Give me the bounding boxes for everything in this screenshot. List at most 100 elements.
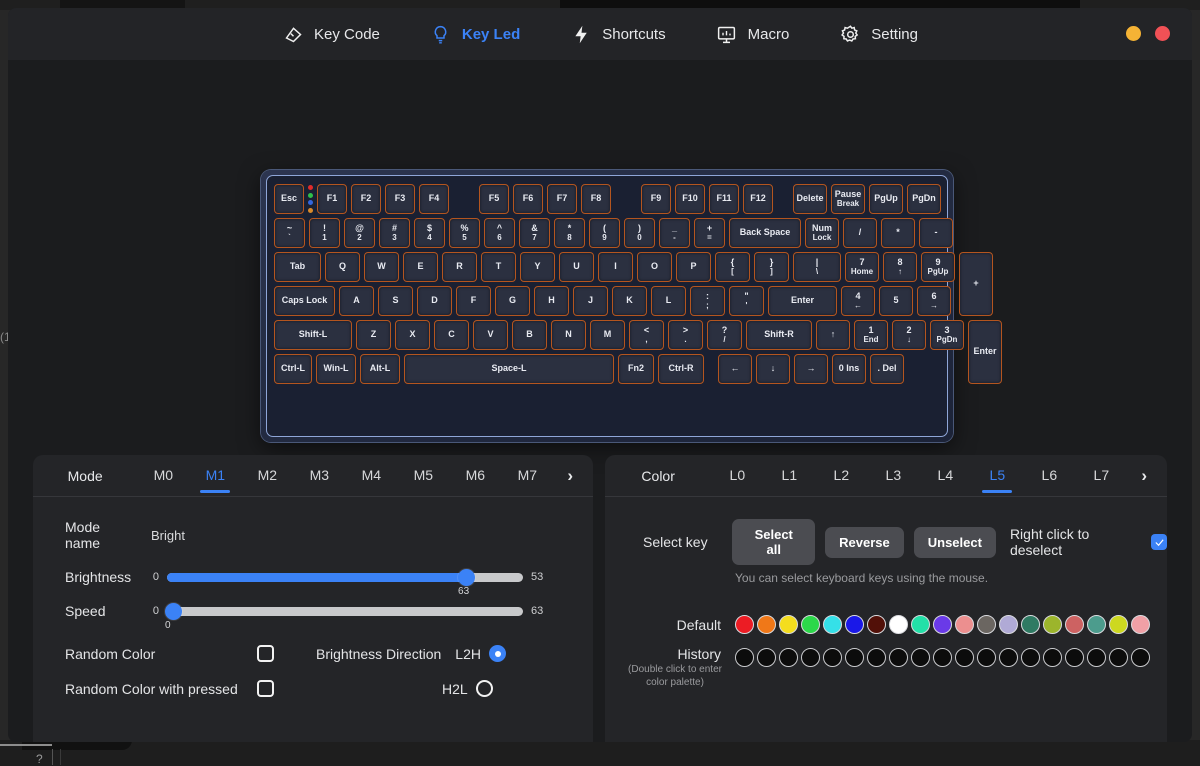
nav-item-shortcuts[interactable]: Shortcuts <box>568 19 667 49</box>
key-b[interactable]: B <box>512 320 547 350</box>
history-color-swatch-18[interactable] <box>1109 648 1128 667</box>
key-pgdn[interactable]: PgDn <box>907 184 941 214</box>
default-color-swatch-19[interactable] <box>1131 615 1150 634</box>
key-9[interactable]: 9 PgUp <box>921 252 955 282</box>
brightness-knob[interactable] <box>458 568 476 586</box>
key-y[interactable]: Y <box>520 252 555 282</box>
key-f6[interactable]: F6 <box>513 184 543 214</box>
speed-slider[interactable]: 0 0 63 <box>137 602 543 631</box>
mode-tab-m7[interactable]: M7 <box>501 456 553 495</box>
color-tab-l7[interactable]: L7 <box>1075 456 1127 495</box>
nav-item-setting[interactable]: Setting <box>837 19 920 49</box>
key-l[interactable]: L <box>651 286 686 316</box>
key-s[interactable]: S <box>378 286 413 316</box>
key-m[interactable]: M <box>590 320 625 350</box>
history-color-swatch-3[interactable] <box>779 648 798 667</box>
key-c[interactable]: C <box>434 320 469 350</box>
mode-tab-m4[interactable]: M4 <box>345 456 397 495</box>
color-tab-l0[interactable]: L0 <box>711 456 763 495</box>
key--[interactable]: #3 <box>379 218 410 248</box>
key-z[interactable]: Z <box>356 320 391 350</box>
default-color-swatch-17[interactable] <box>1087 615 1106 634</box>
history-color-swatch-5[interactable] <box>823 648 842 667</box>
key--[interactable]: ? / <box>707 320 742 350</box>
minimize-button[interactable] <box>1126 26 1141 41</box>
key--[interactable]: % 5 <box>449 218 480 248</box>
key--[interactable]: ~ ` <box>274 218 305 248</box>
close-button[interactable] <box>1155 26 1170 41</box>
key-6[interactable]: 6 → <box>917 286 951 316</box>
default-color-swatch-13[interactable] <box>999 615 1018 634</box>
history-color-swatch-7[interactable] <box>867 648 886 667</box>
key--[interactable]: - <box>919 218 953 248</box>
history-color-swatch-6[interactable] <box>845 648 864 667</box>
history-color-swatch-12[interactable] <box>977 648 996 667</box>
history-color-swatch-4[interactable] <box>801 648 820 667</box>
key--[interactable]: + = <box>694 218 725 248</box>
key-caps-lock[interactable]: Caps Lock <box>274 286 335 316</box>
key--[interactable]: $4 <box>414 218 445 248</box>
key-pgup[interactable]: PgUp <box>869 184 903 214</box>
mode-tabs-next-icon[interactable]: › <box>561 466 579 486</box>
key-e[interactable]: E <box>403 252 438 282</box>
mode-tab-m0[interactable]: M0 <box>137 456 189 495</box>
default-color-swatch-16[interactable] <box>1065 615 1084 634</box>
key--[interactable]: {[ <box>715 252 750 282</box>
unselect-button[interactable]: Unselect <box>913 526 996 558</box>
key-w[interactable]: W <box>364 252 399 282</box>
default-color-swatch-12[interactable] <box>977 615 996 634</box>
key--[interactable]: ^ 6 <box>484 218 515 248</box>
key-x[interactable]: X <box>395 320 430 350</box>
key-j[interactable]: J <box>573 286 608 316</box>
key-h[interactable]: H <box>534 286 569 316</box>
keyboard-layout[interactable]: Esc F1 F2 F3 F4 F5 F6 F7 F8 F9 F10 F11 F12 Delete Paus… <box>266 175 1002 437</box>
nav-item-key-led[interactable]: Key Led <box>428 19 522 49</box>
key--[interactable]: ! 1 <box>309 218 340 248</box>
default-color-swatch-14[interactable] <box>1021 615 1040 634</box>
key-g[interactable]: G <box>495 286 530 316</box>
key-o[interactable]: O <box>637 252 672 282</box>
default-color-swatch-2[interactable] <box>757 615 776 634</box>
default-color-swatch-18[interactable] <box>1109 615 1128 634</box>
default-color-swatch-7[interactable] <box>867 615 886 634</box>
key--[interactable]: }] <box>754 252 789 282</box>
color-tab-l1[interactable]: L1 <box>763 456 815 495</box>
key-4[interactable]: 4 ← <box>841 286 875 316</box>
history-color-swatch-11[interactable] <box>955 648 974 667</box>
key-t[interactable]: T <box>481 252 516 282</box>
key--[interactable]: → <box>794 354 828 384</box>
key--[interactable]: + <box>959 252 993 316</box>
random-color-pressed-checkbox[interactable] <box>257 680 274 697</box>
mode-tab-m2[interactable]: M2 <box>241 456 293 495</box>
history-color-swatch-15[interactable] <box>1043 648 1062 667</box>
key-shift-r[interactable]: Shift-R <box>746 320 812 350</box>
reverse-button[interactable]: Reverse <box>825 526 904 558</box>
right-click-deselect-checkbox[interactable] <box>1151 534 1168 550</box>
key-u[interactable]: U <box>559 252 594 282</box>
key-7[interactable]: 7 Home <box>845 252 879 282</box>
default-color-swatch-5[interactable] <box>823 615 842 634</box>
key-f7[interactable]: F7 <box>547 184 577 214</box>
key--[interactable]: * 8 <box>554 218 585 248</box>
key--[interactable]: ) 0 <box>624 218 655 248</box>
select-all-button[interactable]: Select all <box>732 519 816 565</box>
key--[interactable]: | \ <box>793 252 841 282</box>
color-tab-l2[interactable]: L2 <box>815 456 867 495</box>
default-color-swatch-10[interactable] <box>933 615 952 634</box>
key--[interactable]: <, <box>629 320 664 350</box>
key--[interactable]: & 7 <box>519 218 550 248</box>
key-f11[interactable]: F11 <box>709 184 739 214</box>
key-tab[interactable]: Tab <box>274 252 321 282</box>
history-color-swatch-1[interactable] <box>735 648 754 667</box>
key-f2[interactable]: F2 <box>351 184 381 214</box>
key--[interactable]: / <box>843 218 877 248</box>
color-tab-l4[interactable]: L4 <box>919 456 971 495</box>
default-color-swatch-8[interactable] <box>889 615 908 634</box>
nav-item-macro[interactable]: Macro <box>714 19 792 49</box>
default-color-swatch-3[interactable] <box>779 615 798 634</box>
history-color-swatch-14[interactable] <box>1021 648 1040 667</box>
key-f10[interactable]: F10 <box>675 184 705 214</box>
color-tab-l6[interactable]: L6 <box>1023 456 1075 495</box>
history-color-swatch-17[interactable] <box>1087 648 1106 667</box>
history-color-swatch-9[interactable] <box>911 648 930 667</box>
